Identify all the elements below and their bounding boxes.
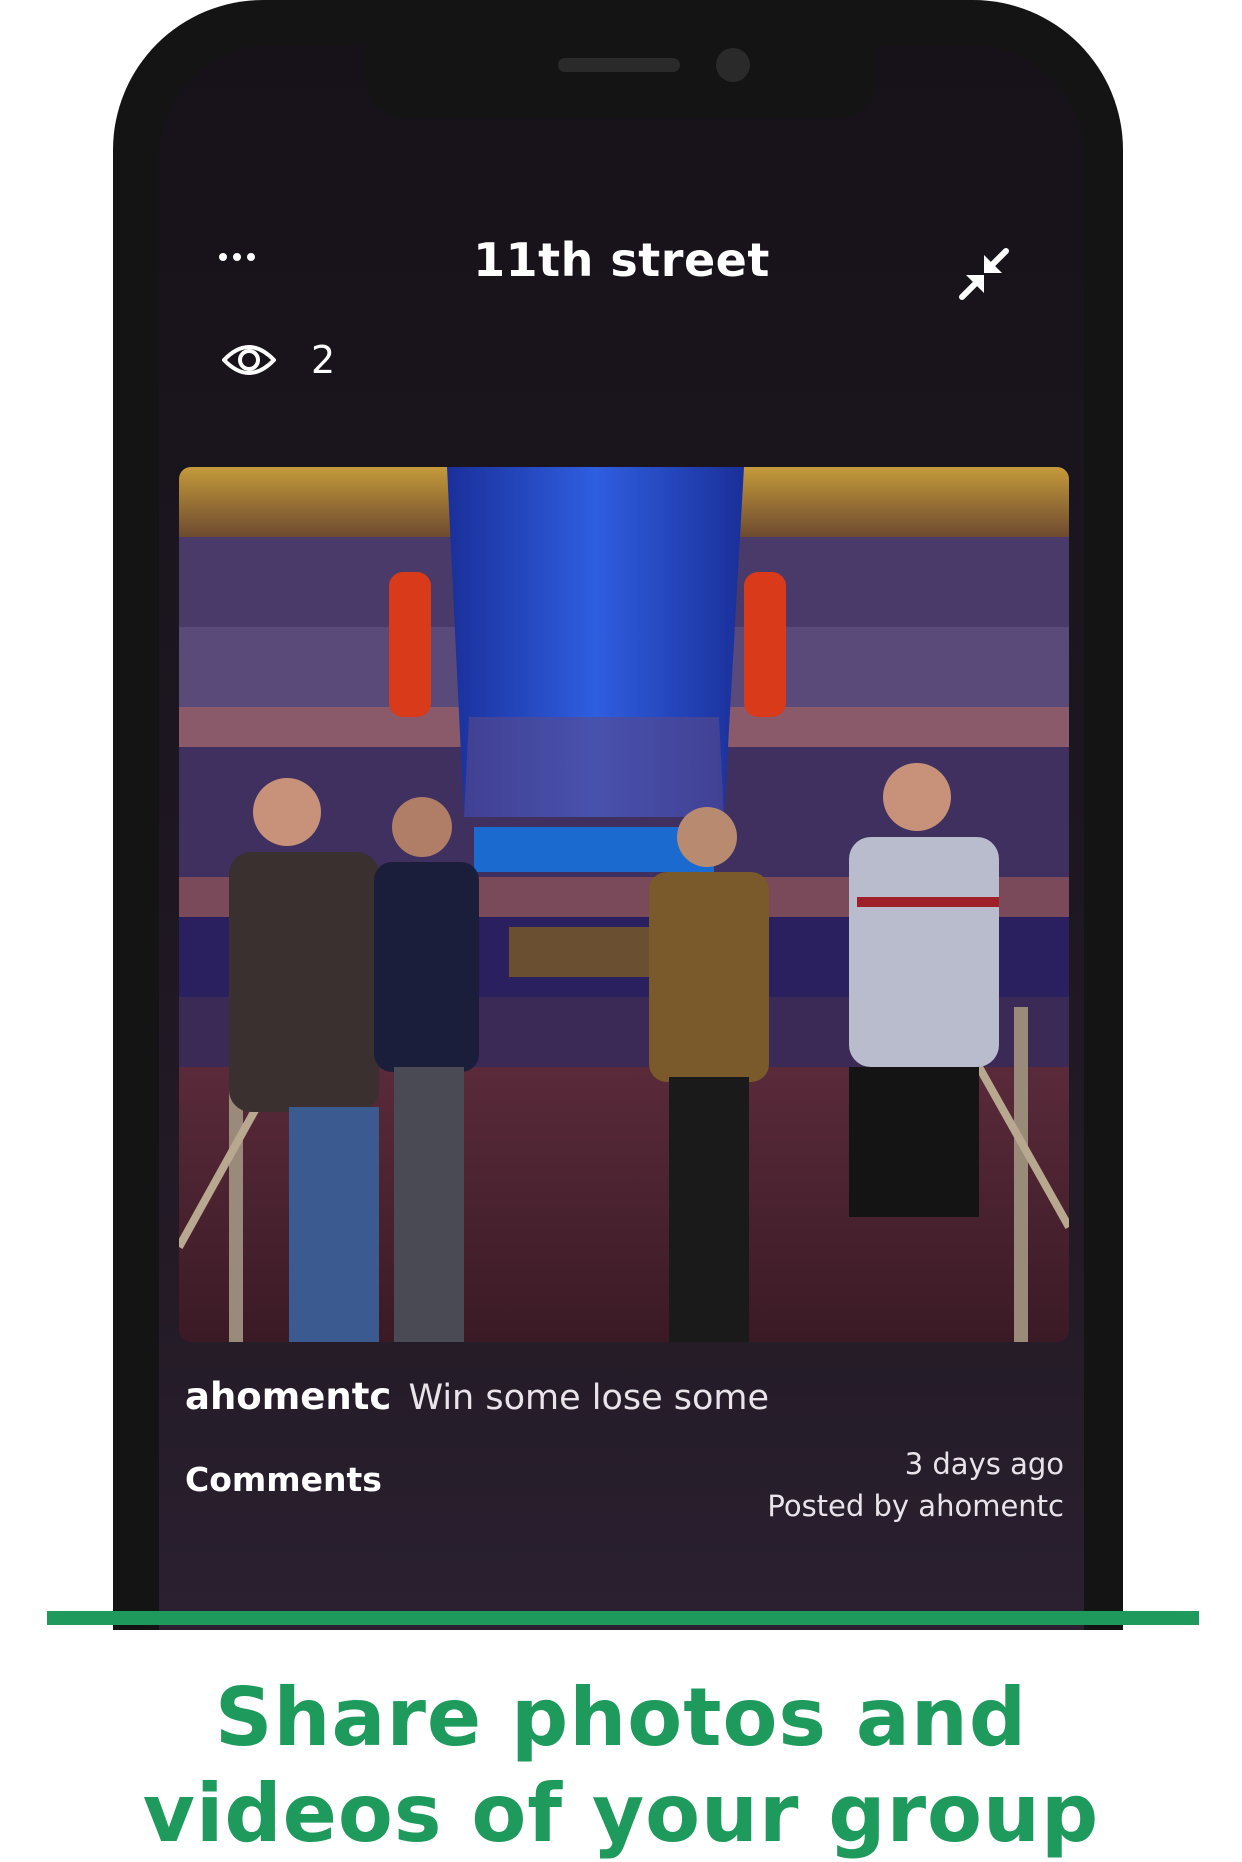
promo-line-1: Share photos and [214, 1671, 1028, 1764]
post-caption: ahomentc Win some lose some [185, 1375, 769, 1418]
green-divider [47, 1611, 1199, 1625]
post-photo[interactable] [179, 467, 1069, 1342]
eye-icon [222, 345, 276, 375]
group-title: 11th street [473, 233, 770, 287]
posted-by: Posted by ahomentc [767, 1489, 1064, 1523]
group-photo-image [179, 467, 1069, 1342]
view-counter: 2 [221, 330, 335, 390]
app-screen: 11th street 2 ahomentc Win some lose som… [159, 45, 1084, 1630]
speaker-grille [558, 58, 680, 72]
post-time: 3 days ago [904, 1447, 1064, 1481]
collapse-button[interactable] [956, 245, 1016, 305]
post-username[interactable]: ahomentc [185, 1375, 391, 1418]
top-bar: 11th street [159, 205, 1084, 325]
post-caption-text: Win some lose some [408, 1378, 770, 1418]
phone-notch [366, 45, 878, 119]
post-meta: 3 days ago Posted by ahomentc [767, 1443, 1064, 1527]
promo-tagline: Share photos and videos of your group [0, 1670, 1242, 1862]
view-count: 2 [311, 338, 336, 382]
front-camera [716, 48, 750, 82]
phone-frame: 11th street 2 ahomentc Win some lose som… [113, 0, 1123, 1630]
collapse-arrows-icon [959, 248, 1009, 300]
promo-line-2: videos of your group [142, 1767, 1100, 1860]
comments-link[interactable]: Comments [185, 1460, 382, 1499]
